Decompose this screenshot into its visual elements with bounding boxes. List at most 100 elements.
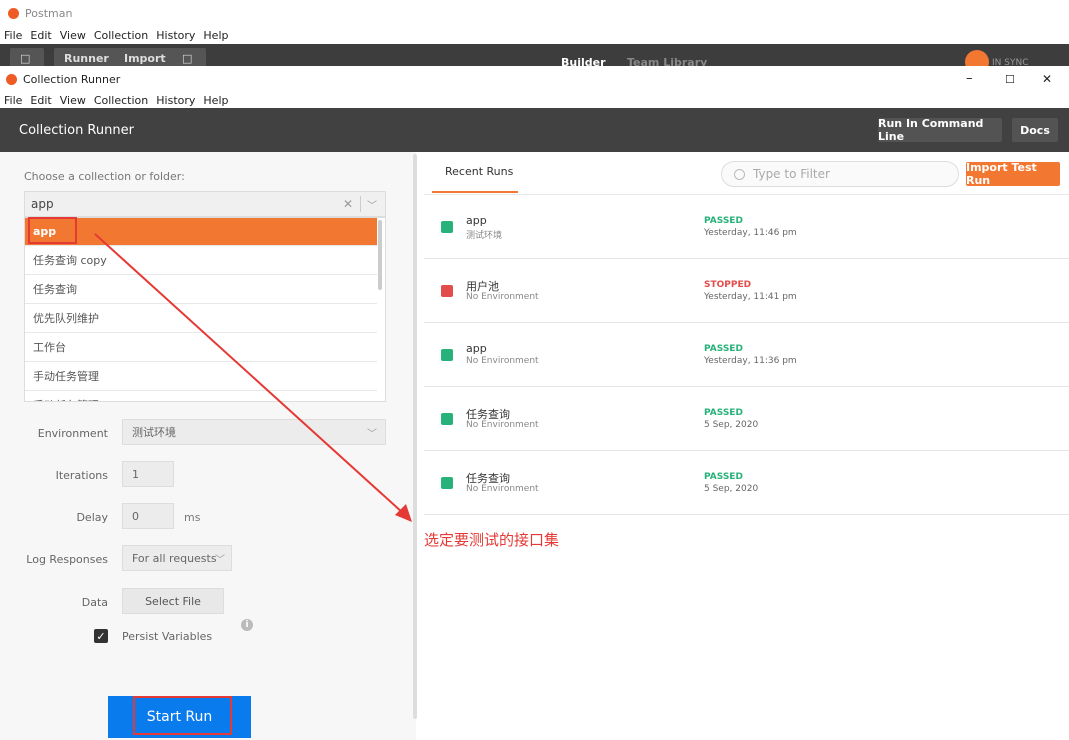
menu-help[interactable]: Help bbox=[203, 94, 228, 107]
sidebar-toggle-button[interactable]: □ bbox=[10, 48, 44, 66]
status-dot-icon bbox=[441, 285, 453, 297]
run-item[interactable]: app No Environment PASSED Yesterday, 11:… bbox=[424, 323, 1069, 387]
recent-runs-panel: Recent Runs Type to Filter Import Test R… bbox=[424, 152, 1069, 740]
dropdown-item[interactable]: 手动任务管理 bbox=[25, 391, 377, 401]
run-name: app bbox=[466, 342, 487, 355]
iterations-label: Iterations bbox=[55, 469, 108, 482]
sync-icon bbox=[965, 50, 989, 66]
page-title: Collection Runner bbox=[19, 122, 134, 138]
iterations-input[interactable]: 1 bbox=[122, 461, 174, 487]
run-status: PASSED bbox=[704, 472, 743, 482]
highlight-box-start-run bbox=[133, 696, 232, 735]
run-time: 5 Sep, 2020 bbox=[704, 420, 759, 430]
clear-icon[interactable]: ✕ bbox=[343, 197, 353, 211]
bg-menu-view[interactable]: View bbox=[60, 29, 86, 42]
run-status: PASSED bbox=[704, 408, 743, 418]
collection-select[interactable]: app ✕ ﹀ bbox=[24, 191, 386, 217]
menu-view[interactable]: View bbox=[60, 94, 86, 107]
run-time: Yesterday, 11:36 pm bbox=[704, 356, 797, 366]
menu-collection[interactable]: Collection bbox=[94, 94, 148, 107]
data-label: Data bbox=[81, 596, 108, 609]
run-status: PASSED bbox=[704, 216, 743, 226]
minimize-button[interactable]: – bbox=[966, 71, 973, 86]
run-item[interactable]: 任务查询 No Environment PASSED 5 Sep, 2020 bbox=[424, 387, 1069, 451]
info-icon[interactable]: i bbox=[241, 619, 253, 631]
menu-history[interactable]: History bbox=[156, 94, 195, 107]
choose-collection-label: Choose a collection or folder: bbox=[24, 170, 185, 183]
status-dot-icon bbox=[441, 221, 453, 233]
runner-window-title: Collection Runner bbox=[23, 72, 121, 86]
postman-logo-icon bbox=[6, 73, 17, 85]
sync-status: IN SYNC bbox=[992, 58, 1029, 66]
status-dot-icon bbox=[441, 477, 453, 489]
maximize-button[interactable]: ☐ bbox=[1005, 73, 1015, 86]
bg-menu-help[interactable]: Help bbox=[203, 29, 228, 42]
collection-dropdown: app 任务查询 copy 任务查询 优先队列维护 工作台 手动任务管理 手动任… bbox=[24, 217, 386, 402]
dropdown-item[interactable]: 手动任务管理 bbox=[25, 362, 377, 391]
bg-toolbar: □ Runner Import □ Builder Team Library I… bbox=[0, 44, 1069, 66]
tab-recent-runs[interactable]: Recent Runs bbox=[445, 165, 513, 178]
bg-window-title: Postman bbox=[25, 6, 73, 20]
delay-input[interactable]: 0 bbox=[122, 503, 174, 529]
dropdown-item[interactable]: 工作台 bbox=[25, 333, 377, 362]
bg-menubar: File Edit View Collection History Help bbox=[0, 26, 1069, 44]
import-test-run-button[interactable]: Import Test Run bbox=[966, 161, 1060, 187]
run-item[interactable]: app 测试环境 PASSED Yesterday, 11:46 pm bbox=[424, 195, 1069, 259]
run-env: No Environment bbox=[466, 292, 539, 302]
tab-builder[interactable]: Builder bbox=[561, 56, 606, 66]
filter-input[interactable]: Type to Filter bbox=[721, 161, 959, 187]
status-dot-icon bbox=[441, 413, 453, 425]
run-env: 测试环境 bbox=[466, 231, 503, 241]
menu-file[interactable]: File bbox=[4, 94, 22, 107]
bg-menu-history[interactable]: History bbox=[156, 29, 195, 42]
tab-active-indicator bbox=[432, 191, 518, 193]
run-env: No Environment bbox=[466, 356, 539, 366]
chevron-down-icon: ﹀ bbox=[215, 555, 225, 566]
run-item[interactable]: 任务查询 No Environment PASSED 5 Sep, 2020 bbox=[424, 451, 1069, 515]
select-file-button[interactable]: Select File bbox=[122, 588, 224, 614]
run-env: No Environment bbox=[466, 420, 539, 430]
status-dot-icon bbox=[441, 349, 453, 361]
docs-button[interactable]: Docs bbox=[1012, 118, 1058, 142]
dropdown-scrollbar[interactable] bbox=[378, 220, 382, 290]
run-status: STOPPED bbox=[704, 280, 752, 290]
runner-titlebar: Collection Runner – ☐ ✕ bbox=[0, 66, 1069, 92]
bg-menu-edit[interactable]: Edit bbox=[30, 29, 51, 42]
log-responses-select[interactable]: For all requests ﹀ bbox=[122, 545, 232, 571]
runner-header: Collection Runner Run In Command Line Do… bbox=[0, 108, 1069, 152]
log-responses-label: Log Responses bbox=[26, 553, 108, 566]
dropdown-item[interactable]: 任务查询 bbox=[25, 275, 377, 304]
collection-runner-window: Collection Runner – ☐ ✕ File Edit View C… bbox=[0, 66, 1069, 740]
dropdown-item[interactable]: 优先队列维护 bbox=[25, 304, 377, 333]
delay-unit: ms bbox=[184, 511, 201, 524]
left-panel-scrollbar[interactable] bbox=[413, 154, 417, 719]
environment-select[interactable]: 测试环境 ﹀ bbox=[122, 419, 386, 445]
run-time: Yesterday, 11:46 pm bbox=[704, 228, 797, 238]
filter-placeholder: Type to Filter bbox=[753, 167, 830, 181]
menu-edit[interactable]: Edit bbox=[30, 94, 51, 107]
bg-menu-collection[interactable]: Collection bbox=[94, 29, 148, 42]
run-in-command-line-button[interactable]: Run In Command Line bbox=[878, 117, 1002, 143]
import-button[interactable]: Import bbox=[114, 48, 176, 66]
chevron-down-icon: ﹀ bbox=[367, 429, 377, 440]
run-time: Yesterday, 11:41 pm bbox=[704, 292, 797, 302]
runner-menubar: File Edit View Collection History Help bbox=[0, 92, 1069, 108]
bg-menu-file[interactable]: File bbox=[4, 29, 22, 42]
runner-button[interactable]: Runner bbox=[54, 48, 119, 66]
run-status: PASSED bbox=[704, 344, 743, 354]
dropdown-item[interactable]: 任务查询 copy bbox=[25, 246, 377, 275]
log-responses-value: For all requests bbox=[132, 551, 217, 565]
annotation-text: 选定要测试的接口集 bbox=[424, 531, 560, 549]
run-name: app bbox=[466, 214, 487, 227]
persist-variables-checkbox[interactable]: ✓ bbox=[94, 629, 108, 643]
run-time: 5 Sep, 2020 bbox=[704, 484, 759, 494]
tab-team-library[interactable]: Team Library bbox=[627, 56, 707, 66]
run-item[interactable]: 用户池 No Environment STOPPED Yesterday, 11… bbox=[424, 259, 1069, 323]
environment-value: 测试环境 bbox=[132, 426, 176, 439]
run-env: No Environment bbox=[466, 484, 539, 494]
close-button[interactable]: ✕ bbox=[1042, 72, 1052, 86]
chevron-down-icon[interactable]: ﹀ bbox=[367, 197, 377, 212]
bg-titlebar: Postman bbox=[0, 0, 1069, 26]
dropdown-item[interactable]: app bbox=[25, 218, 377, 246]
new-window-button[interactable]: □ bbox=[172, 48, 206, 66]
